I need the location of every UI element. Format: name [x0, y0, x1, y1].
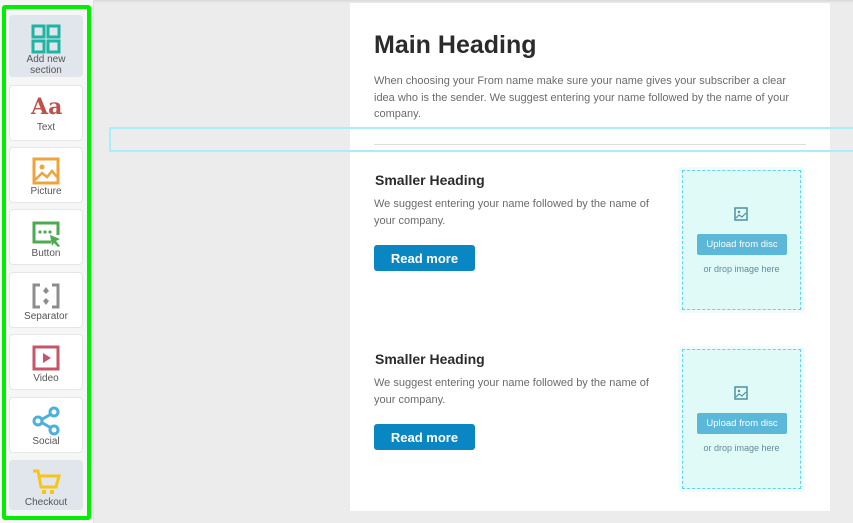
tool-checkout[interactable]: Checkout — [9, 460, 83, 510]
tool-label: Add new section — [26, 54, 66, 76]
upload-from-disc-button[interactable]: Upload from disc — [697, 413, 787, 434]
tool-label: Picture — [30, 186, 62, 197]
drop-hint: or drop image here — [703, 264, 780, 274]
tool-social[interactable]: Social — [9, 397, 83, 453]
image-icon — [734, 207, 748, 221]
image-placeholder[interactable]: Upload from disc or drop image here — [678, 167, 805, 313]
row-body-text[interactable]: We suggest entering your name followed b… — [374, 375, 664, 408]
picture-icon — [32, 157, 60, 185]
tool-label: Text — [36, 122, 56, 133]
read-more-button[interactable]: Read more — [374, 424, 475, 450]
share-icon — [32, 406, 60, 436]
smaller-heading[interactable]: Smaller Heading — [375, 351, 485, 367]
video-icon — [32, 345, 60, 371]
tool-label: Video — [33, 373, 59, 384]
text-icon: Aa — [31, 94, 63, 120]
tool-separator[interactable]: Separator — [9, 272, 83, 328]
content-row: Smaller Heading We suggest entering your… — [350, 167, 830, 332]
tools-sidebar: Add new section Aa Text Picture Button S… — [0, 0, 94, 523]
tool-label: Separator — [24, 311, 68, 322]
drop-hint: or drop image here — [703, 443, 780, 453]
email-canvas: Main Heading When choosing your From nam… — [350, 3, 830, 511]
upload-from-disc-button[interactable]: Upload from disc — [697, 234, 787, 255]
grid-icon — [31, 24, 61, 54]
tool-text[interactable]: Aa Text — [9, 85, 83, 141]
image-drop-zone[interactable]: Upload from disc or drop image here — [682, 170, 801, 310]
tool-label: Button — [31, 248, 61, 259]
tool-label: Checkout — [24, 497, 68, 508]
drop-target-indicator — [109, 127, 853, 152]
main-heading[interactable]: Main Heading — [374, 31, 537, 60]
tool-add-new-section[interactable]: Add new section — [9, 15, 83, 77]
tool-label: Social — [32, 436, 60, 447]
image-placeholder[interactable]: Upload from disc or drop image here — [678, 346, 805, 492]
content-row: Smaller Heading We suggest entering your… — [350, 346, 830, 511]
tool-picture[interactable]: Picture — [9, 147, 83, 203]
intro-text[interactable]: When choosing your From name make sure y… — [374, 73, 809, 123]
smaller-heading[interactable]: Smaller Heading — [375, 172, 485, 188]
row-body-text[interactable]: We suggest entering your name followed b… — [374, 196, 664, 229]
tool-button[interactable]: Button — [9, 209, 83, 265]
button-icon — [32, 221, 60, 247]
separator-icon — [32, 283, 60, 309]
image-icon — [734, 386, 748, 400]
read-more-button[interactable]: Read more — [374, 245, 475, 271]
image-drop-zone[interactable]: Upload from disc or drop image here — [682, 349, 801, 489]
cart-icon — [33, 469, 61, 494]
tool-video[interactable]: Video — [9, 334, 83, 390]
